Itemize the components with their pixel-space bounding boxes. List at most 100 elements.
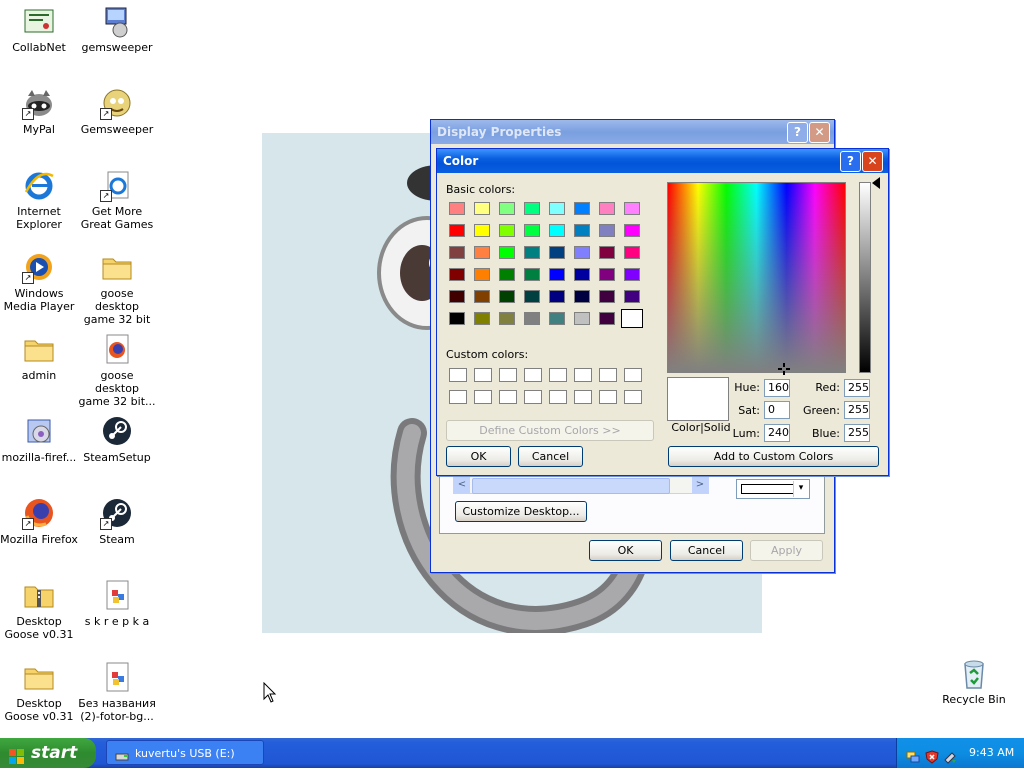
- basic-color-swatch[interactable]: [524, 268, 540, 281]
- basic-color-swatch[interactable]: [574, 268, 590, 281]
- basic-color-swatch[interactable]: [549, 290, 565, 303]
- basic-color-swatch[interactable]: [574, 202, 590, 215]
- basic-color-swatch[interactable]: [574, 224, 590, 237]
- basic-color-swatch[interactable]: [474, 224, 490, 237]
- display-help-button[interactable]: ?: [787, 122, 808, 143]
- sat-field[interactable]: 0: [764, 401, 790, 419]
- basic-color-swatch[interactable]: [524, 290, 540, 303]
- basic-color-swatch[interactable]: [624, 224, 640, 237]
- green-field[interactable]: 255: [844, 401, 870, 419]
- basic-color-swatch[interactable]: [624, 202, 640, 215]
- desktop-icon[interactable]: ↗ Gemsweeper: [78, 86, 156, 136]
- luminance-slider[interactable]: [859, 182, 871, 373]
- basic-color-swatch[interactable]: [449, 290, 465, 303]
- desktop-icon[interactable]: Internet Explorer: [0, 168, 78, 231]
- scroll-right-button[interactable]: >: [692, 477, 708, 493]
- basic-color-swatch[interactable]: [524, 312, 540, 325]
- desktop-icon[interactable]: s k r e p k a: [78, 578, 156, 628]
- desktop-icon[interactable]: Desktop Goose v0.31: [0, 660, 78, 723]
- customize-desktop-button[interactable]: Customize Desktop...: [455, 501, 587, 522]
- custom-color-swatch[interactable]: [574, 390, 592, 404]
- custom-color-swatch[interactable]: [449, 368, 467, 382]
- basic-color-swatch[interactable]: [499, 290, 515, 303]
- desktop-icon[interactable]: goose desktop game 32 bit ...: [78, 250, 156, 339]
- basic-color-swatch[interactable]: [474, 246, 490, 259]
- custom-color-swatch[interactable]: [474, 390, 492, 404]
- color-close-button[interactable]: ✕: [862, 151, 883, 172]
- basic-color-swatch[interactable]: [474, 268, 490, 281]
- basic-color-swatch[interactable]: [574, 312, 590, 325]
- display-apply-button[interactable]: Apply: [750, 540, 823, 561]
- basic-color-swatch[interactable]: [549, 268, 565, 281]
- basic-color-swatch-selected[interactable]: [621, 309, 643, 328]
- recycle-bin-icon[interactable]: Recycle Bin: [935, 656, 1013, 706]
- custom-color-swatch[interactable]: [524, 390, 542, 404]
- display-close-button[interactable]: ✕: [809, 122, 830, 143]
- basic-color-swatch[interactable]: [474, 202, 490, 215]
- basic-color-swatch[interactable]: [599, 202, 615, 215]
- custom-color-swatch[interactable]: [574, 368, 592, 382]
- custom-color-swatch[interactable]: [449, 390, 467, 404]
- basic-color-swatch[interactable]: [474, 312, 490, 325]
- display-cancel-button[interactable]: Cancel: [670, 540, 743, 561]
- basic-color-swatch[interactable]: [549, 224, 565, 237]
- basic-color-swatch[interactable]: [499, 312, 515, 325]
- basic-color-swatch[interactable]: [599, 224, 615, 237]
- desktop-icon[interactable]: ↗ Steam: [78, 496, 156, 546]
- desktop-icon[interactable]: goose desktop game 32 bit...: [78, 332, 156, 408]
- basic-color-swatch[interactable]: [549, 246, 565, 259]
- basic-color-swatch[interactable]: [449, 312, 465, 325]
- custom-color-swatch[interactable]: [549, 390, 567, 404]
- desktop-icon[interactable]: ↗ MyPal: [0, 86, 78, 136]
- security-alert-tray-icon[interactable]: [925, 746, 939, 764]
- custom-color-swatch[interactable]: [499, 390, 517, 404]
- custom-color-swatch[interactable]: [549, 368, 567, 382]
- custom-color-swatch[interactable]: [599, 368, 617, 382]
- basic-color-swatch[interactable]: [449, 246, 465, 259]
- basic-color-swatch[interactable]: [624, 290, 640, 303]
- basic-color-swatch[interactable]: [474, 290, 490, 303]
- scroll-left-button[interactable]: <: [454, 477, 470, 493]
- basic-color-swatch[interactable]: [449, 268, 465, 281]
- basic-color-swatch[interactable]: [524, 224, 540, 237]
- custom-color-swatch[interactable]: [624, 390, 642, 404]
- background-list-scrollbar[interactable]: < >: [453, 476, 709, 494]
- taskbar-item-usb[interactable]: kuvertu's USB (E:): [106, 740, 264, 765]
- define-custom-colors-button[interactable]: Define Custom Colors >>: [446, 420, 654, 441]
- display-ok-button[interactable]: OK: [589, 540, 662, 561]
- color-dialog-titlebar[interactable]: Color ? ✕: [437, 149, 888, 173]
- basic-color-swatch[interactable]: [549, 202, 565, 215]
- color-cancel-button[interactable]: Cancel: [518, 446, 583, 467]
- color-ok-button[interactable]: OK: [446, 446, 511, 467]
- desktop-icon[interactable]: ↗ Get More Great Games: [78, 168, 156, 231]
- desktop-icon[interactable]: gemsweeper: [78, 4, 156, 54]
- custom-color-swatch[interactable]: [599, 390, 617, 404]
- custom-color-swatch[interactable]: [499, 368, 517, 382]
- clock[interactable]: 9:43 AM: [969, 738, 1014, 768]
- network-tray-icon[interactable]: [906, 746, 920, 763]
- basic-color-swatch[interactable]: [599, 268, 615, 281]
- basic-color-swatch[interactable]: [449, 224, 465, 237]
- scroll-thumb[interactable]: [472, 478, 670, 494]
- basic-color-swatch[interactable]: [599, 246, 615, 259]
- basic-color-swatch[interactable]: [624, 246, 640, 259]
- color-spectrum-picker[interactable]: [667, 182, 846, 375]
- dropdown-arrow-icon[interactable]: ▾: [793, 481, 808, 497]
- basic-color-swatch[interactable]: [524, 246, 540, 259]
- basic-color-swatch[interactable]: [499, 202, 515, 215]
- basic-color-swatch[interactable]: [549, 312, 565, 325]
- desktop-icon[interactable]: SteamSetup: [78, 414, 156, 464]
- desktop-icon[interactable]: mozilla-firef...: [0, 414, 78, 464]
- desktop-icon[interactable]: CollabNet: [0, 4, 78, 54]
- basic-color-swatch[interactable]: [499, 246, 515, 259]
- basic-color-swatch[interactable]: [624, 268, 640, 281]
- basic-color-swatch[interactable]: [574, 290, 590, 303]
- custom-color-swatch[interactable]: [624, 368, 642, 382]
- add-to-custom-colors-button[interactable]: Add to Custom Colors: [668, 446, 879, 467]
- luminance-arrow-icon[interactable]: [872, 177, 880, 189]
- desktop-icon[interactable]: ↗ Mozilla Firefox: [0, 496, 78, 546]
- desktop-icon[interactable]: ↗ Windows Media Player: [0, 250, 78, 313]
- color-dropdown[interactable]: ▾: [736, 479, 810, 499]
- basic-color-swatch[interactable]: [449, 202, 465, 215]
- desktop-icon[interactable]: Desktop Goose v0.31: [0, 578, 78, 641]
